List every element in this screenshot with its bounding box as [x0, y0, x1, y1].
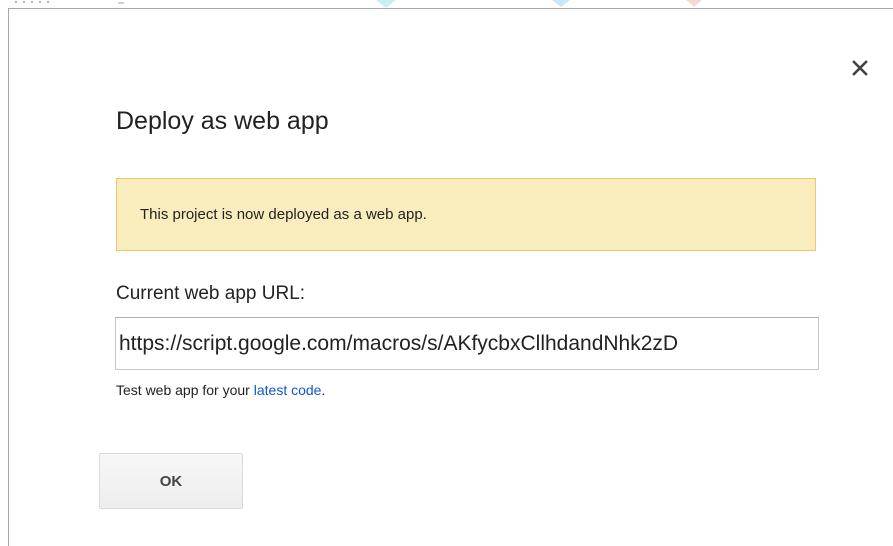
dialog-title: Deploy as web app	[116, 107, 329, 135]
deploy-dialog: Deploy as web app This project is now de…	[8, 8, 893, 546]
close-button[interactable]	[845, 53, 875, 83]
background-teal-shape	[376, 0, 396, 8]
deployed-notice: This project is now deployed as a web ap…	[116, 178, 816, 251]
url-label: Current web app URL:	[116, 283, 306, 304]
background-blue-shape	[552, 0, 570, 7]
close-icon	[852, 60, 868, 76]
notice-text: This project is now deployed as a web ap…	[140, 206, 427, 223]
ok-button[interactable]: OK	[99, 453, 243, 509]
screen: Deploy as web app This project is now de…	[0, 0, 893, 546]
test-prefix: Test web app for your	[116, 382, 254, 398]
background-mark	[118, 2, 124, 4]
latest-code-link[interactable]: latest code	[254, 382, 322, 398]
background-dots	[12, 0, 52, 4]
test-web-app-line: Test web app for your latest code.	[116, 382, 325, 398]
web-app-url-field[interactable]	[115, 317, 819, 370]
background-red-shape	[686, 0, 702, 7]
test-suffix: .	[321, 382, 326, 398]
